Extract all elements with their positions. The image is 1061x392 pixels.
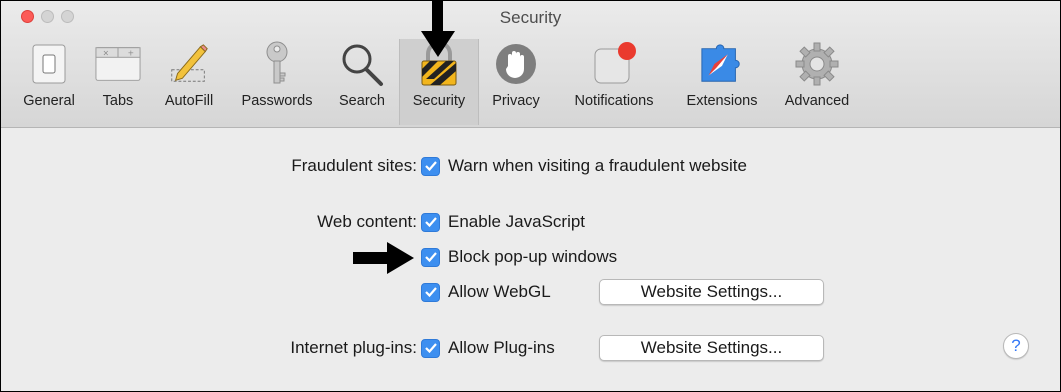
checkmark-icon (424, 252, 437, 262)
checkmark-icon (424, 343, 437, 353)
svg-text:+: + (128, 48, 134, 57)
web-content-row: Web content: Enable JavaScript (221, 209, 585, 235)
tab-notifications-label: Notifications (574, 93, 654, 109)
checkmark-icon (424, 217, 437, 227)
tab-passwords[interactable]: Passwords (230, 39, 324, 125)
autofill-pencil-icon (166, 41, 212, 87)
tab-autofill-label: AutoFill (164, 93, 214, 109)
key-icon (254, 41, 300, 87)
plugins-row: Internet plug-ins: Allow Plug-ins (221, 335, 555, 361)
tab-advanced[interactable]: Advanced (774, 39, 860, 125)
block-popups-label[interactable]: Block pop-up windows (448, 247, 617, 267)
fraudulent-sites-row: Fraudulent sites: Warn when visiting a f… (221, 153, 747, 179)
puzzle-compass-icon (699, 41, 745, 87)
tab-extensions[interactable]: Extensions (674, 39, 770, 125)
tab-general[interactable]: General (10, 39, 88, 125)
tab-advanced-label: Advanced (784, 93, 850, 109)
tab-extensions-label: Extensions (686, 93, 758, 109)
allow-webgl-row: Allow WebGL (421, 279, 551, 305)
enable-javascript-label[interactable]: Enable JavaScript (448, 212, 585, 232)
enable-javascript-checkbox[interactable] (421, 212, 440, 232)
help-button[interactable]: ? (1003, 333, 1029, 359)
tab-tabs[interactable]: × + Tabs (90, 39, 146, 125)
tabs-icon: × + (95, 41, 141, 87)
web-content-label: Web content: (317, 212, 417, 231)
svg-text:×: × (103, 48, 109, 57)
fraudulent-sites-label: Fraudulent sites: (291, 156, 417, 175)
tab-general-label: General (23, 93, 75, 109)
checkmark-icon (424, 161, 437, 171)
general-switch-icon (26, 41, 72, 87)
annotation-arrow-down-icon (421, 1, 455, 57)
tab-privacy-label: Privacy (492, 93, 540, 109)
title-bar: Security General × + Tabs AutoFill Passw… (1, 1, 1060, 128)
block-popups-row: Block pop-up windows (421, 244, 617, 270)
tab-search-label: Search (339, 93, 385, 109)
tab-search[interactable]: Search (326, 39, 398, 125)
gear-icon (794, 41, 840, 87)
tab-tabs-label: Tabs (102, 93, 134, 109)
checkmark-icon (424, 287, 437, 297)
tab-passwords-label: Passwords (241, 93, 313, 109)
allow-webgl-label[interactable]: Allow WebGL (448, 282, 551, 302)
annotation-arrow-right-icon (353, 242, 414, 274)
allow-webgl-checkbox[interactable] (421, 282, 440, 302)
security-pane: Fraudulent sites: Warn when visiting a f… (1, 128, 1060, 391)
block-popups-checkbox[interactable] (421, 247, 440, 267)
tab-privacy[interactable]: Privacy (480, 39, 552, 125)
allow-plugins-checkbox[interactable] (421, 338, 440, 358)
plugins-website-settings-button[interactable]: Website Settings... (599, 335, 824, 361)
safari-preferences-window: Security General × + Tabs AutoFill Passw… (0, 0, 1061, 392)
window-title: Security (499, 8, 562, 27)
allow-plugins-label[interactable]: Allow Plug-ins (448, 338, 555, 358)
magnifier-icon (339, 41, 385, 87)
hand-icon (493, 41, 539, 87)
warn-fraudulent-label[interactable]: Warn when visiting a fraudulent website (448, 156, 747, 176)
tab-notifications[interactable]: Notifications (558, 39, 670, 125)
webgl-website-settings-button[interactable]: Website Settings... (599, 279, 824, 305)
warn-fraudulent-checkbox[interactable] (421, 156, 440, 176)
notification-badge-icon (591, 41, 637, 87)
plugins-label: Internet plug-ins: (290, 338, 417, 357)
tab-security-label: Security (412, 93, 466, 109)
tab-autofill[interactable]: AutoFill (150, 39, 228, 125)
